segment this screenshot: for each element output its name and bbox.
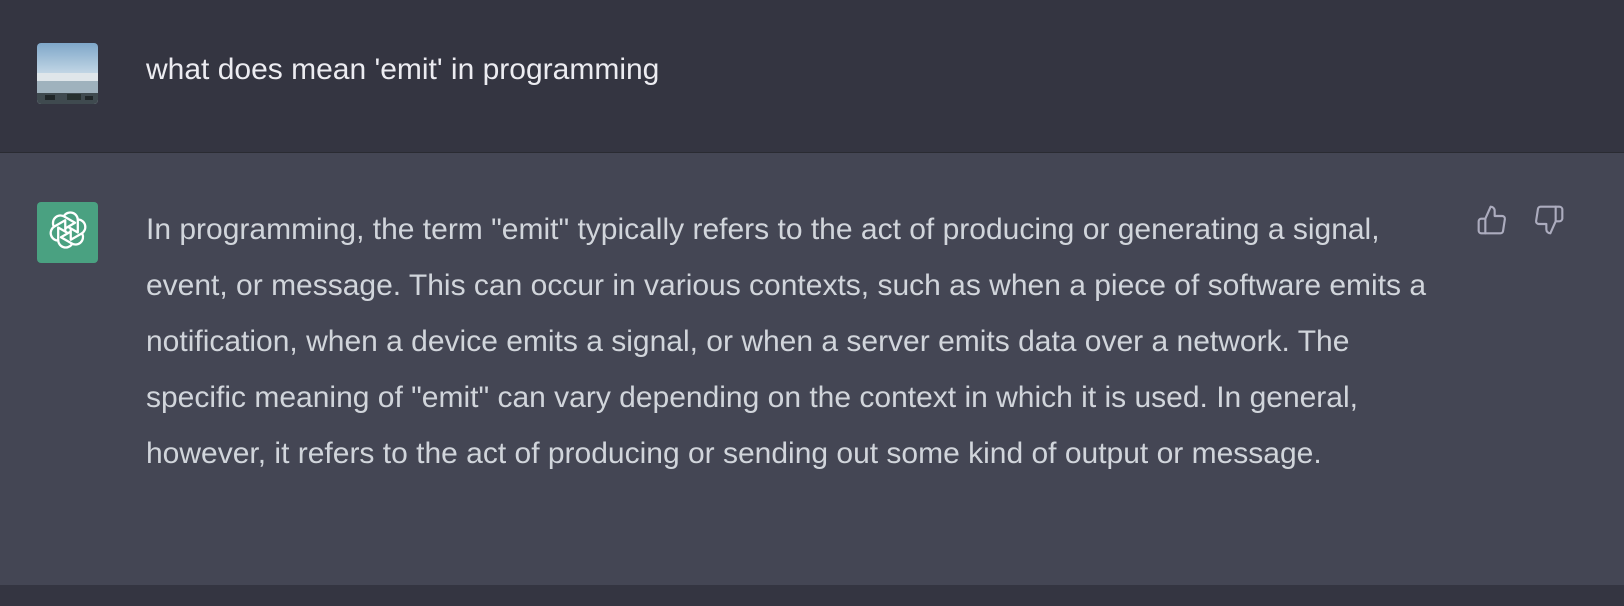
- openai-logo-icon: [47, 209, 89, 256]
- assistant-message-text: In programming, the term "emit" typicall…: [146, 213, 1427, 470]
- assistant-message-row: In programming, the term "emit" typicall…: [0, 153, 1624, 585]
- user-message-row: what does mean 'emit' in programming: [0, 0, 1624, 153]
- user-message-text: what does mean 'emit' in programming: [146, 53, 660, 86]
- bottom-divider: [0, 585, 1624, 606]
- thumbs-down-icon: [1533, 204, 1565, 241]
- thumbs-up-icon: [1476, 204, 1508, 241]
- user-avatar: [37, 43, 98, 104]
- thumbs-down-button[interactable]: [1532, 205, 1566, 239]
- assistant-avatar: [37, 202, 98, 263]
- thumbs-up-button[interactable]: [1475, 205, 1509, 239]
